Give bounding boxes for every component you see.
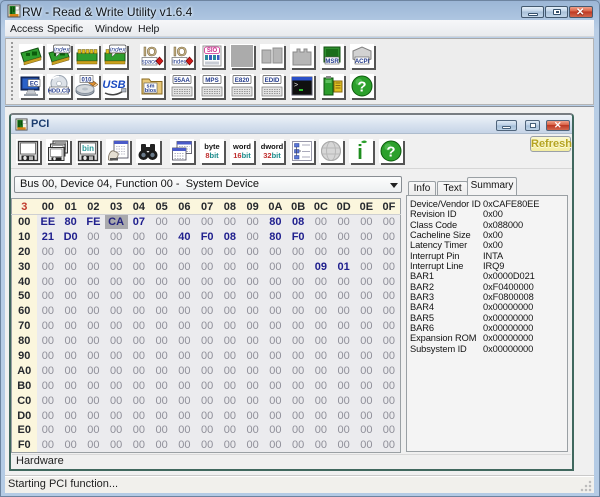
- svg-text:byte: byte: [204, 142, 219, 151]
- svg-text:index: index: [110, 47, 126, 54]
- svg-text:index: index: [172, 60, 186, 66]
- svg-text:ACPI: ACPI: [355, 59, 370, 65]
- svg-text:010: 010: [81, 77, 92, 83]
- svg-text:>: >: [294, 82, 298, 89]
- svg-text:HDD,CD: HDD,CD: [48, 89, 71, 95]
- svg-text:bios: bios: [145, 88, 156, 94]
- svg-text:EDID: EDID: [265, 77, 280, 84]
- svg-text:55AA: 55AA: [174, 77, 190, 84]
- svg-text:EC: EC: [30, 81, 39, 87]
- svg-text:E820: E820: [235, 77, 250, 84]
- svg-text:16bit: 16bit: [233, 151, 251, 160]
- svg-text:?: ?: [386, 144, 395, 161]
- svg-text:word: word: [232, 142, 251, 151]
- svg-text:index: index: [54, 47, 70, 54]
- svg-text:i: i: [357, 142, 363, 163]
- svg-text:dword: dword: [261, 142, 284, 151]
- svg-text:?: ?: [357, 79, 366, 96]
- svg-text:32bit: 32bit: [263, 151, 281, 160]
- svg-text:MPS: MPS: [205, 77, 218, 84]
- svg-text:IO: IO: [143, 44, 157, 59]
- svg-text:IO: IO: [173, 44, 187, 59]
- svg-text:8bit: 8bit: [205, 151, 219, 160]
- svg-text:SIO: SIO: [207, 48, 218, 54]
- svg-text:space: space: [141, 60, 158, 66]
- svg-text:bin: bin: [82, 144, 94, 153]
- svg-text:MSR: MSR: [325, 59, 339, 65]
